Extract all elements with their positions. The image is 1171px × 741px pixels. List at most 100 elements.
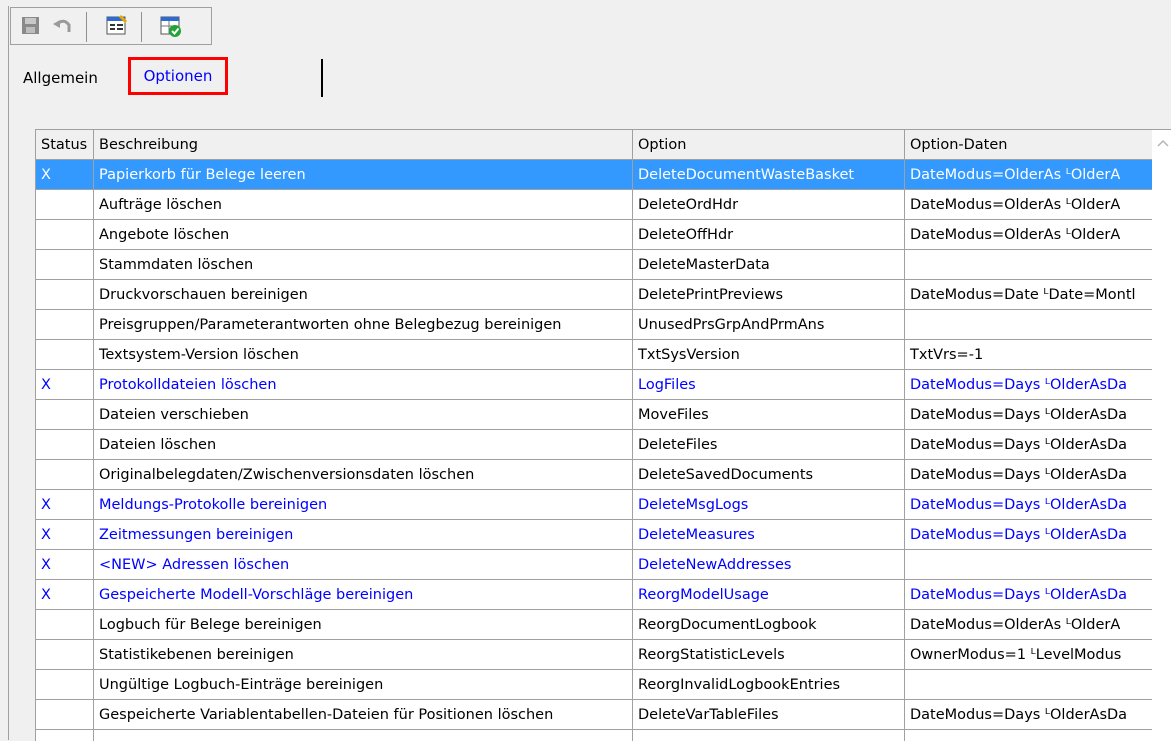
cell-status[interactable] <box>36 310 94 339</box>
cell-option-daten[interactable]: DateModus=OlderAs ᴸOlderA <box>905 610 1152 639</box>
cell-status[interactable] <box>36 460 94 489</box>
cell-option-daten[interactable] <box>905 670 1152 699</box>
table-row[interactable]: Stammdaten löschen DeleteMasterData <box>36 250 1152 280</box>
cell-beschreibung[interactable]: Logbuch für Belege bereinigen <box>94 610 633 639</box>
cell-beschreibung[interactable]: Preisgruppen/Parameterantworten ohne Bel… <box>94 310 633 339</box>
cell-option[interactable]: DeleteOffHdr <box>633 220 905 249</box>
cell-beschreibung[interactable]: Ungültige Logbuch-Einträge bereinigen <box>94 670 633 699</box>
check-table-icon[interactable] <box>159 14 183 38</box>
cell-beschreibung[interactable]: Zeitmessungen bereinigen <box>94 520 633 549</box>
cell-beschreibung[interactable]: Druckvorschauen bereinigen <box>94 280 633 309</box>
table-row[interactable]: X Gespeicherte Modell-Vorschläge bereinig… <box>36 580 1152 610</box>
cell-status[interactable]: X <box>36 550 94 579</box>
cell-option-daten[interactable] <box>905 250 1152 279</box>
table-row[interactable]: Textsystem-Version löschen TxtSysVersion T… <box>36 340 1152 370</box>
cell-option-daten[interactable]: DateModus=Date ᴸDate=Montl <box>905 280 1152 309</box>
cell-status[interactable] <box>36 190 94 219</box>
cell-option[interactable]: DeleteOrdHdr <box>633 190 905 219</box>
cell-option[interactable]: ReorgStatisticLevels <box>633 640 905 669</box>
cell-option-daten[interactable]: TxtVrs=-1 <box>905 340 1152 369</box>
cell-option[interactable]: DeleteMeasures <box>633 520 905 549</box>
cell-status[interactable]: X <box>36 160 94 189</box>
scroll-up-arrow-icon[interactable] <box>1157 138 1169 148</box>
tab-allgemein[interactable]: Allgemein <box>23 69 98 87</box>
table-row[interactable]: Gespeicherte Variablentabellen-Dateien f… <box>36 700 1152 730</box>
cell-option-daten[interactable]: OwnerModus=1 ᴸLevelModus <box>905 640 1152 669</box>
cell-option-daten[interactable]: DateModus=Days ᴸOlderAsDa <box>905 520 1152 549</box>
table-row[interactable]: Originalbelegdaten/Zwischenversionsdaten… <box>36 460 1152 490</box>
cell-beschreibung[interactable]: Meldungs-Protokolle bereinigen <box>94 490 633 519</box>
cell-option[interactable]: DeleteMsgLogs <box>633 490 905 519</box>
cell-option-daten[interactable]: DateModus=OlderAs ᴸOlderA <box>905 190 1152 219</box>
table-row[interactable]: X Zeitmessungen bereinigen DeleteMeasures D… <box>36 520 1152 550</box>
vertical-scrollbar[interactable] <box>1152 130 1171 741</box>
cell-status[interactable] <box>36 640 94 669</box>
cell-option[interactable]: DeleteDocumentWasteBasket <box>633 160 905 189</box>
table-row[interactable]: X Papierkorb für Belege leeren DeleteDocum… <box>36 160 1152 190</box>
cell-status[interactable] <box>36 670 94 699</box>
table-row[interactable]: Dateien verschieben MoveFiles DateModus=Da… <box>36 400 1152 430</box>
cell-option[interactable]: MoveFiles <box>633 400 905 429</box>
cell-beschreibung[interactable]: Papierkorb für Belege leeren <box>94 160 633 189</box>
cell-status[interactable] <box>36 700 94 729</box>
table-row[interactable]: Statistikebenen bereinigen ReorgStatistic… <box>36 640 1152 670</box>
cell-status[interactable]: X <box>36 370 94 399</box>
table-row[interactable]: Druckvorschauen bereinigen DeletePrintPre… <box>36 280 1152 310</box>
cell-status[interactable] <box>36 220 94 249</box>
cell-option[interactable]: DeletePrintPreviews <box>633 280 905 309</box>
cell-option[interactable]: DeleteFiles <box>633 430 905 459</box>
table-row[interactable]: Dateien löschen DeleteFiles DateModus=Days… <box>36 430 1152 460</box>
cell-option-daten[interactable]: DateModus=Days ᴸOlderAsDa <box>905 490 1152 519</box>
cell-beschreibung[interactable]: Gespeicherte Modell-Vorschläge bereinige… <box>94 580 633 609</box>
column-header-option-daten[interactable]: Option-Daten <box>905 130 1152 159</box>
cell-status[interactable]: X <box>36 520 94 549</box>
cell-option-daten[interactable]: DateModus=Days ᴸOlderAsDa <box>905 700 1152 729</box>
table-row[interactable]: Angebote löschen DeleteOffHdr DateModus=Ol… <box>36 220 1152 250</box>
cell-status[interactable] <box>36 610 94 639</box>
cell-option-daten[interactable] <box>905 550 1152 579</box>
cell-option[interactable]: DeleteSavedDocuments <box>633 460 905 489</box>
table-row[interactable]: X <NEW> Adressen löschen DeleteNewAddresse… <box>36 550 1152 580</box>
cell-beschreibung[interactable]: Textsystem-Version löschen <box>94 340 633 369</box>
cell-option[interactable]: ReorgInvalidLogbookEntries <box>633 670 905 699</box>
cell-beschreibung[interactable]: <NEW> Adressen löschen <box>94 550 633 579</box>
cell-option[interactable]: ReorgModelUsage <box>633 580 905 609</box>
cell-beschreibung[interactable]: Protokolldateien löschen <box>94 370 633 399</box>
cell-option-daten[interactable]: DateModus=Days ᴸOlderAsDa <box>905 460 1152 489</box>
table-row[interactable]: Preisgruppen/Parameterantworten ohne Bel… <box>36 310 1152 340</box>
undo-icon[interactable] <box>51 14 75 38</box>
cell-status[interactable] <box>36 280 94 309</box>
cell-status[interactable] <box>36 340 94 369</box>
cell-beschreibung[interactable]: Statistikebenen bereinigen <box>94 640 633 669</box>
cell-option-daten[interactable]: DateModus=OlderAs ᴸOlderA <box>905 160 1152 189</box>
cell-option-daten[interactable]: DateModus=OlderAs ᴸOlderA <box>905 220 1152 249</box>
table-row[interactable]: Aufträge löschen DeleteOrdHdr DateModus=Ol… <box>36 190 1152 220</box>
cell-option[interactable]: DeleteNewAddresses <box>633 550 905 579</box>
cell-option[interactable]: TxtSysVersion <box>633 340 905 369</box>
cell-status[interactable]: X <box>36 490 94 519</box>
cell-status[interactable] <box>36 250 94 279</box>
cell-option-daten[interactable]: DateModus=Days ᴸOlderAsDa <box>905 430 1152 459</box>
cell-beschreibung[interactable]: Originalbelegdaten/Zwischenversionsdaten… <box>94 460 633 489</box>
cell-beschreibung[interactable]: Dateien verschieben <box>94 400 633 429</box>
table-row[interactable]: X Protokolldateien löschen LogFiles DateMod… <box>36 370 1152 400</box>
table-row[interactable]: X Meldungs-Protokolle bereinigen DeleteMsg… <box>36 490 1152 520</box>
save-icon[interactable] <box>19 14 43 38</box>
properties-icon[interactable] <box>105 14 129 38</box>
cell-beschreibung[interactable]: Dateien löschen <box>94 430 633 459</box>
cell-option-daten[interactable]: DateModus=Days ᴸOlderAsDa <box>905 400 1152 429</box>
cell-option[interactable]: DeleteMasterData <box>633 250 905 279</box>
cell-option[interactable]: UnusedPrsGrpAndPrmAns <box>633 310 905 339</box>
cell-status[interactable] <box>36 400 94 429</box>
table-row[interactable]: Logbuch für Belege bereinigen ReorgDocume… <box>36 610 1152 640</box>
column-header-beschreibung[interactable]: Beschreibung <box>94 130 633 159</box>
cell-option-daten[interactable]: DateModus=Days ᴸOlderAsDa <box>905 580 1152 609</box>
table-row[interactable]: Ungültige Logbuch-Einträge bereinigen Reo… <box>36 670 1152 700</box>
cell-option[interactable]: DeleteVarTableFiles <box>633 700 905 729</box>
cell-status[interactable] <box>36 430 94 459</box>
column-header-option[interactable]: Option <box>633 130 905 159</box>
cell-beschreibung[interactable]: Aufträge löschen <box>94 190 633 219</box>
cell-status[interactable]: X <box>36 580 94 609</box>
tab-optionen[interactable]: Optionen <box>128 57 228 95</box>
cell-option-daten[interactable]: DateModus=Days ᴸOlderAsDa <box>905 370 1152 399</box>
